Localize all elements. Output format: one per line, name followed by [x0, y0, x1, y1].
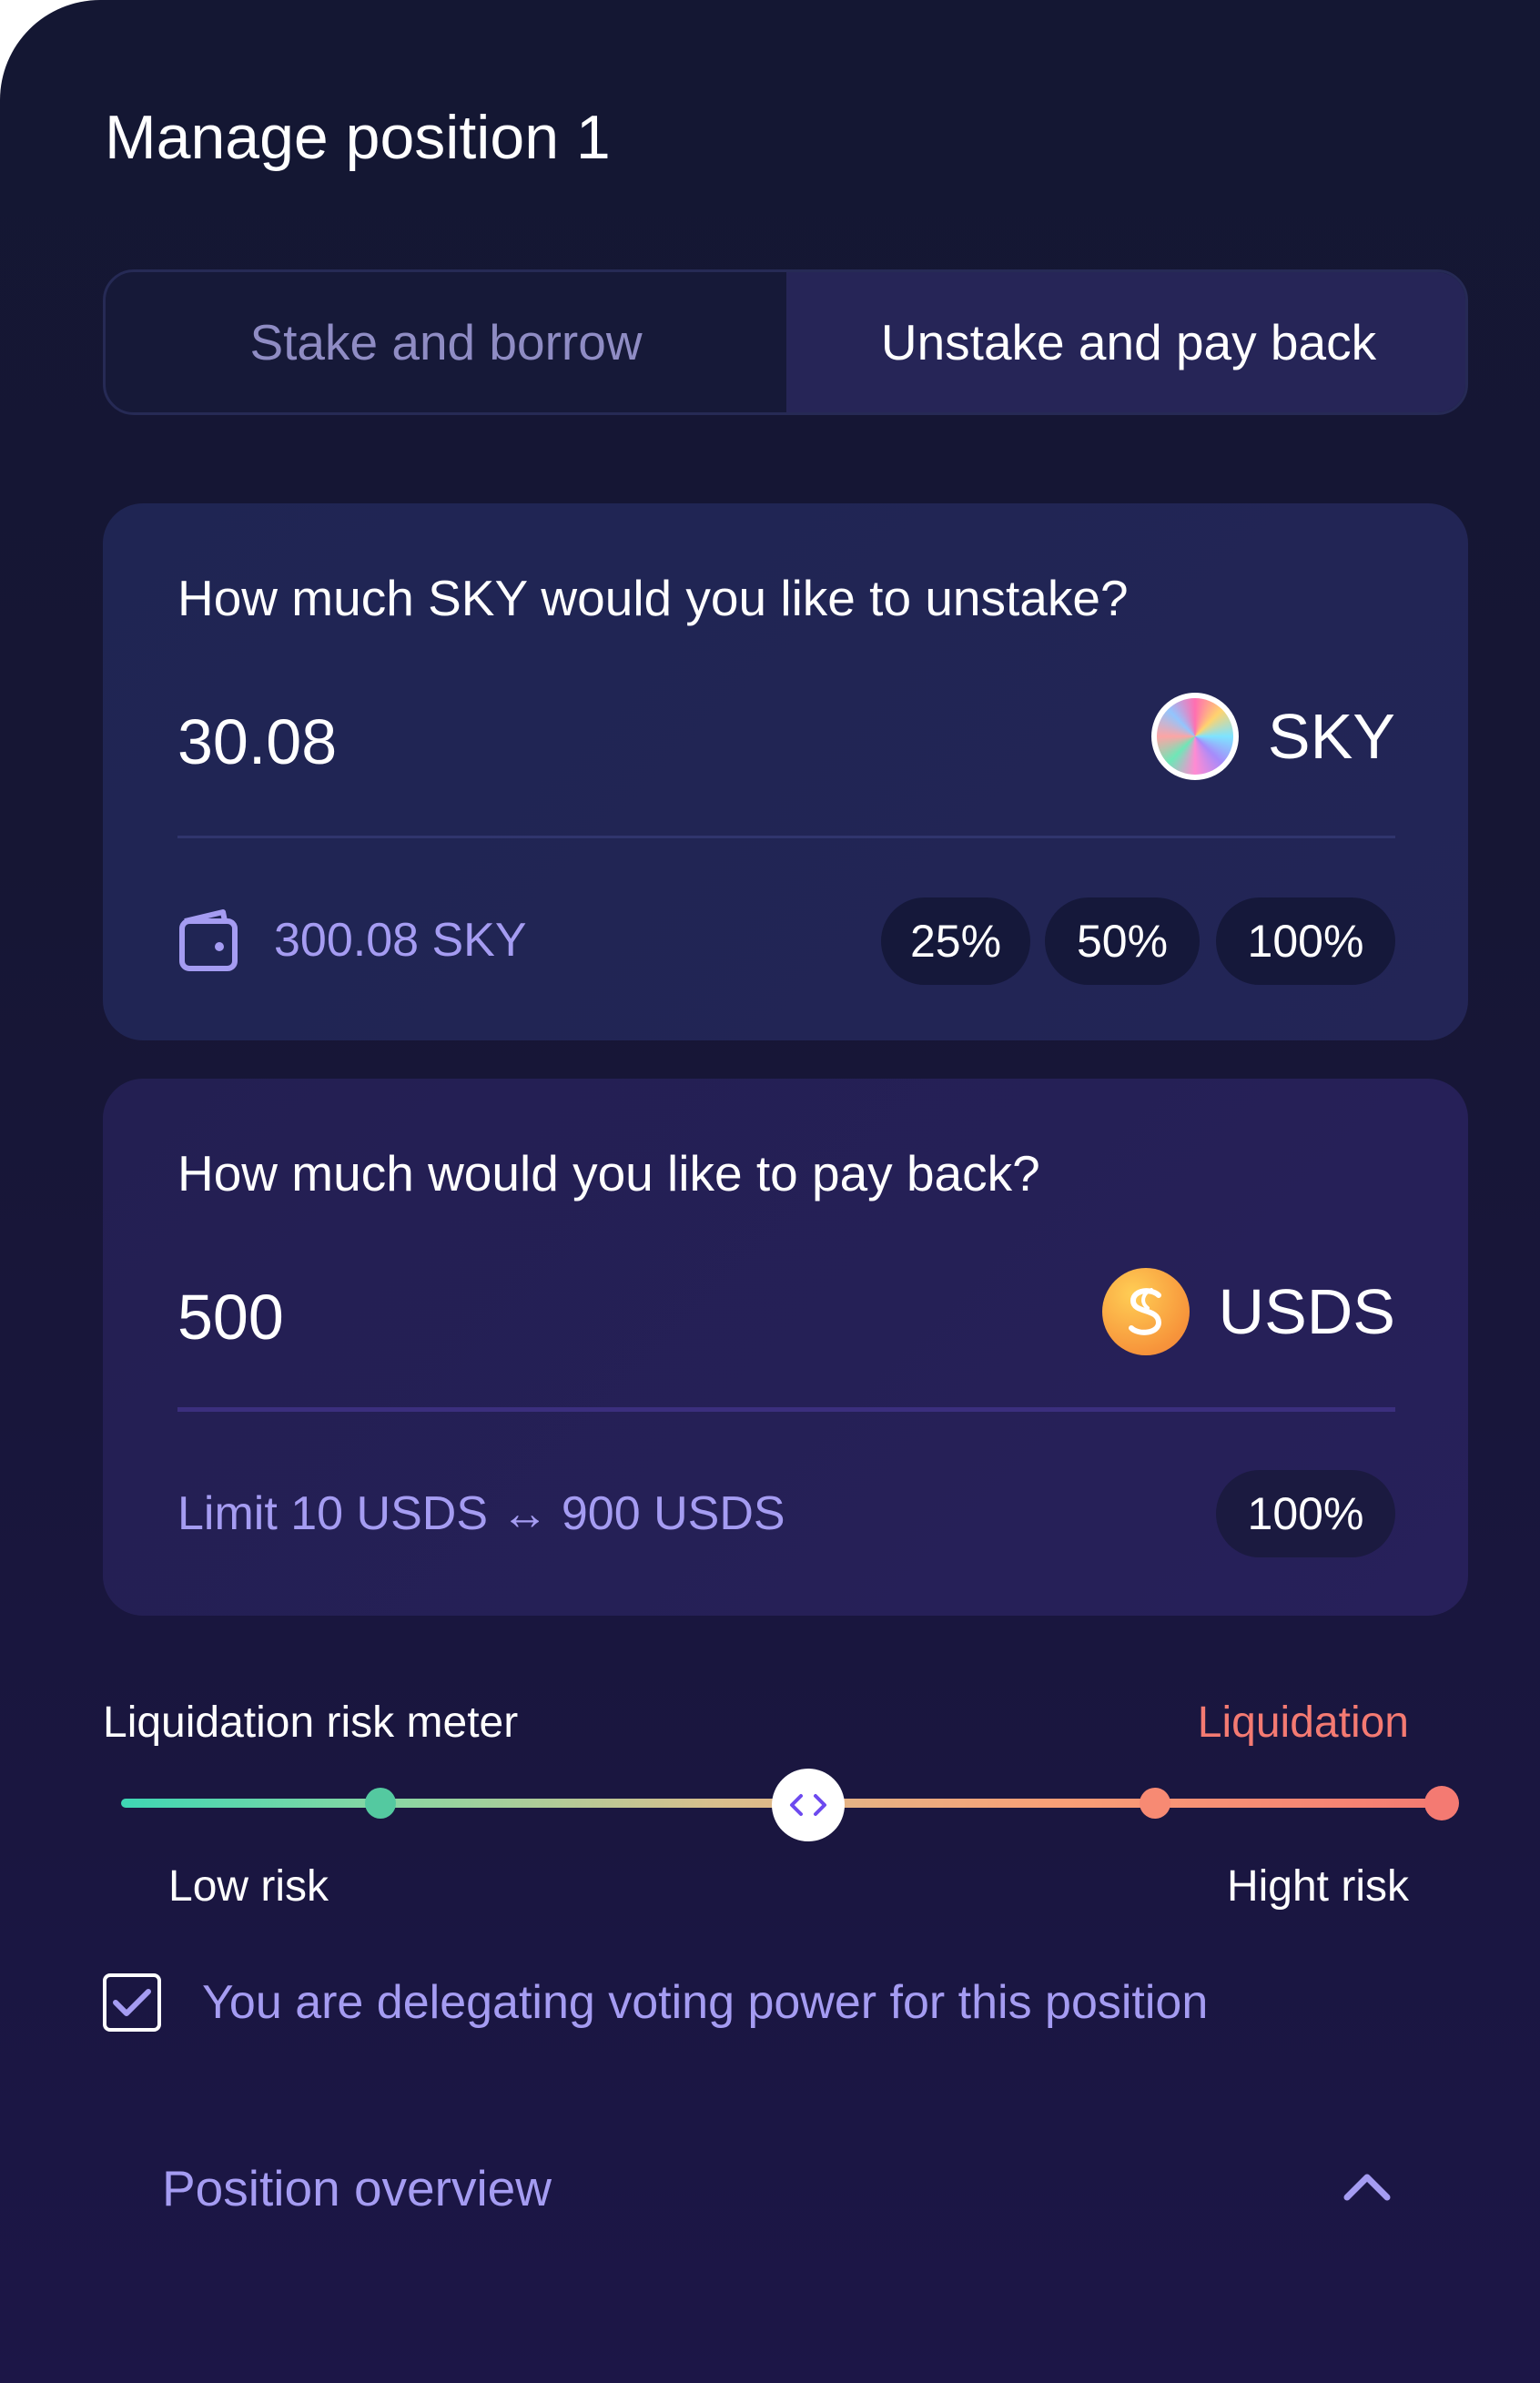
chevron-up-icon[interactable] [1342, 2168, 1393, 2205]
preset-100-button[interactable]: 100% [1216, 897, 1395, 985]
preset-50-button[interactable]: 50% [1045, 897, 1200, 985]
payback-amount-input[interactable]: 500 [177, 1281, 284, 1354]
wallet-balance: 300.08 SKY [177, 908, 527, 972]
tab-unstake-and-pay-back[interactable]: Unstake and pay back [786, 272, 1465, 412]
payback-divider [177, 1407, 1395, 1412]
high-risk-label: Hight risk [1226, 1862, 1409, 1911]
position-overview-toggle[interactable]: Position overview [162, 2159, 552, 2217]
risk-meter-handle[interactable] [772, 1769, 846, 1841]
manage-position-panel: Manage position 1 Stake and borrow Unsta… [0, 0, 1540, 2383]
unstake-amount-input[interactable]: 30.08 [177, 705, 337, 778]
payback-preset-100-button[interactable]: 100% [1216, 1470, 1395, 1557]
payback-limit: Limit 10 USDS ↔ 900 USDS [177, 1487, 785, 1540]
payback-card: How much would you like to pay back? 500… [103, 1079, 1468, 1616]
delegation-checkbox[interactable] [103, 1973, 161, 2032]
unstake-token-selector: SKY [1150, 693, 1395, 780]
wallet-balance-text: 300.08 SKY [274, 914, 527, 967]
wallet-icon [179, 909, 238, 971]
usds-token-icon [1101, 1268, 1190, 1355]
risk-meter-marker-low [365, 1788, 396, 1819]
risk-meter-marker-liquidation [1424, 1786, 1459, 1820]
delegation-label: You are delegating voting power for this… [202, 1976, 1209, 2029]
unstake-token-symbol: SKY [1267, 701, 1395, 772]
tab-stake-and-borrow[interactable]: Stake and borrow [106, 272, 786, 412]
payback-token-selector: USDS [1101, 1268, 1395, 1355]
payback-question: How much would you like to pay back? [177, 1145, 1040, 1202]
risk-meter-label: Liquidation risk meter [103, 1699, 519, 1747]
unstake-divider [177, 836, 1395, 838]
code-arrows-icon [790, 1794, 827, 1816]
payback-token-symbol: USDS [1218, 1276, 1395, 1347]
unstake-question: How much SKY would you like to unstake? [177, 570, 1129, 626]
sky-token-icon [1150, 693, 1239, 780]
check-icon [113, 1989, 151, 2016]
low-risk-label: Low risk [168, 1862, 329, 1911]
page-title: Manage position 1 [105, 103, 611, 172]
usds-s-glyph [1128, 1288, 1161, 1335]
unstake-card: How much SKY would you like to unstake? … [103, 503, 1468, 1040]
preset-25-button[interactable]: 25% [881, 897, 1030, 985]
risk-meter-marker-high [1140, 1788, 1170, 1819]
liquidation-label: Liquidation [1197, 1699, 1409, 1747]
mode-tabs: Stake and borrow Unstake and pay back [103, 269, 1468, 415]
